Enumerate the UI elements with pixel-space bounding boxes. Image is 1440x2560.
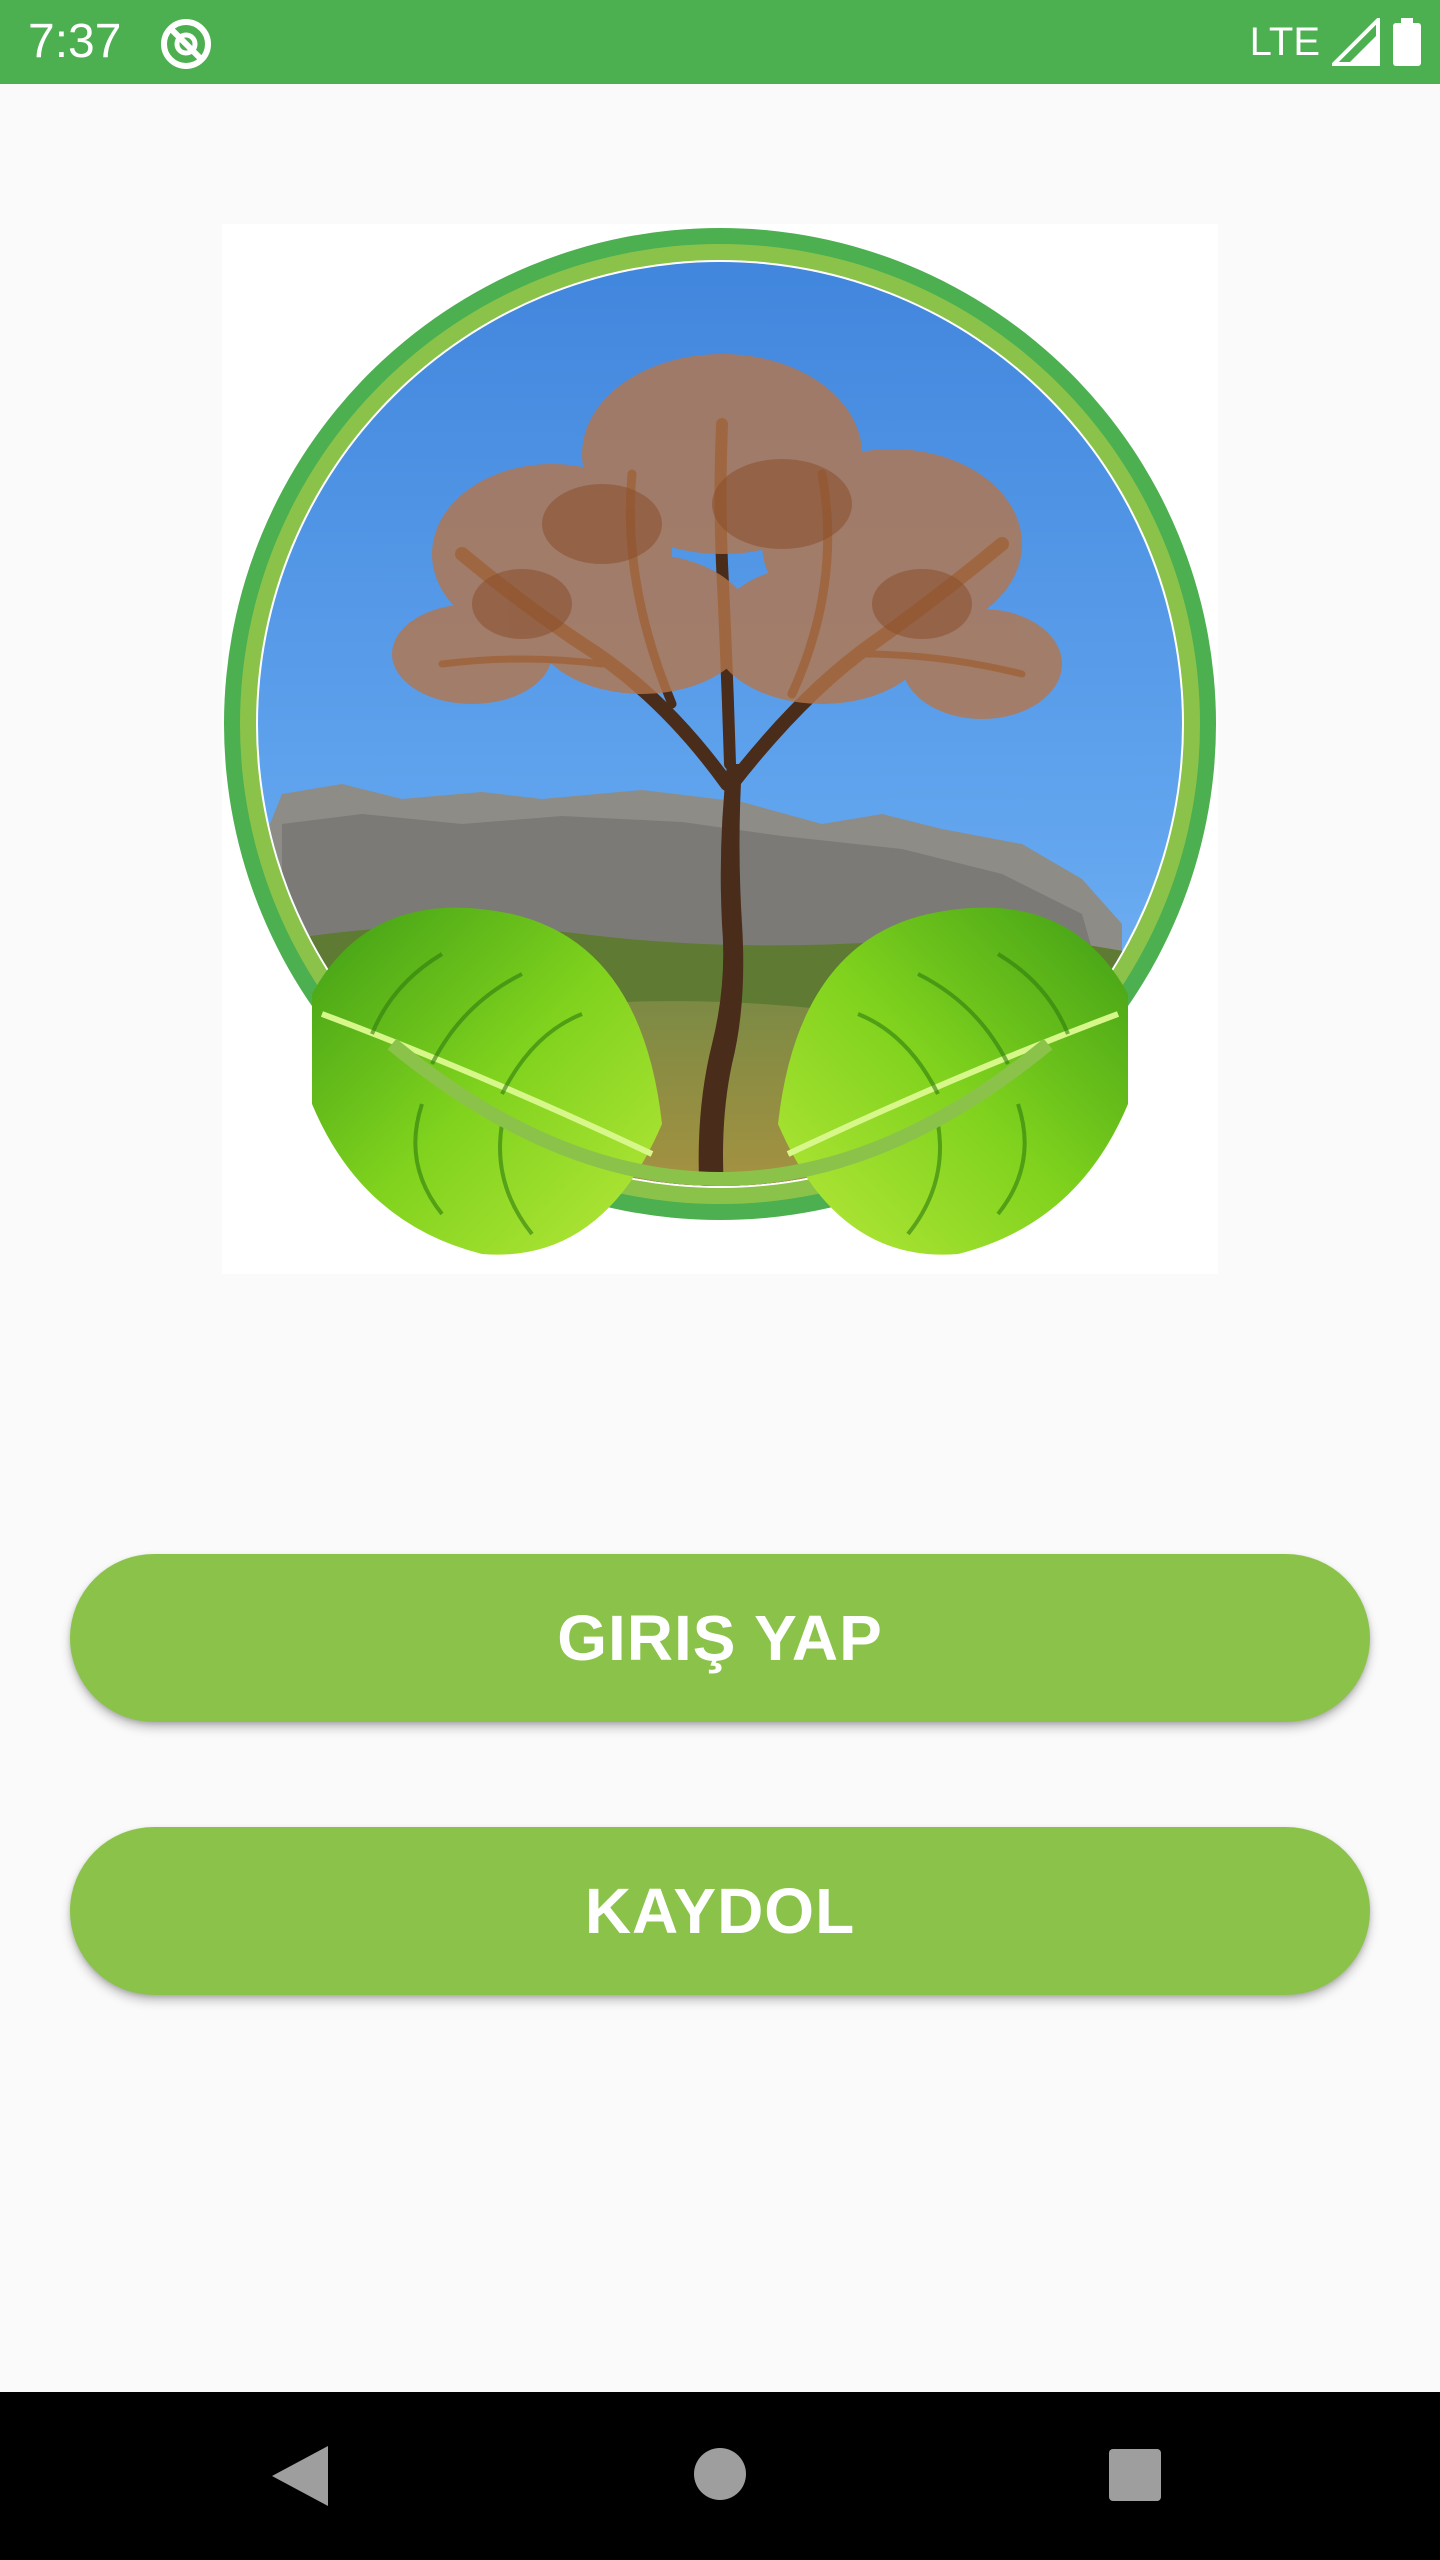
- signal-icon: [1332, 18, 1380, 66]
- tree-logo-icon: [222, 224, 1218, 1274]
- status-indicators: LTE: [1250, 12, 1422, 72]
- login-button[interactable]: GIRIŞ YAP: [70, 1554, 1370, 1722]
- status-time: 7:37: [28, 15, 122, 68]
- status-bar: 7:37 LTE: [0, 0, 1440, 84]
- app-notification-icon: [161, 19, 211, 69]
- recents-icon[interactable]: [1108, 2448, 1162, 2502]
- battery-icon: [1393, 18, 1421, 66]
- navigation-bar: [0, 2392, 1440, 2560]
- network-type-label: LTE: [1249, 20, 1320, 64]
- register-button[interactable]: KAYDOL: [70, 1827, 1370, 1995]
- home-icon[interactable]: [692, 2446, 748, 2502]
- back-icon[interactable]: [270, 2444, 330, 2508]
